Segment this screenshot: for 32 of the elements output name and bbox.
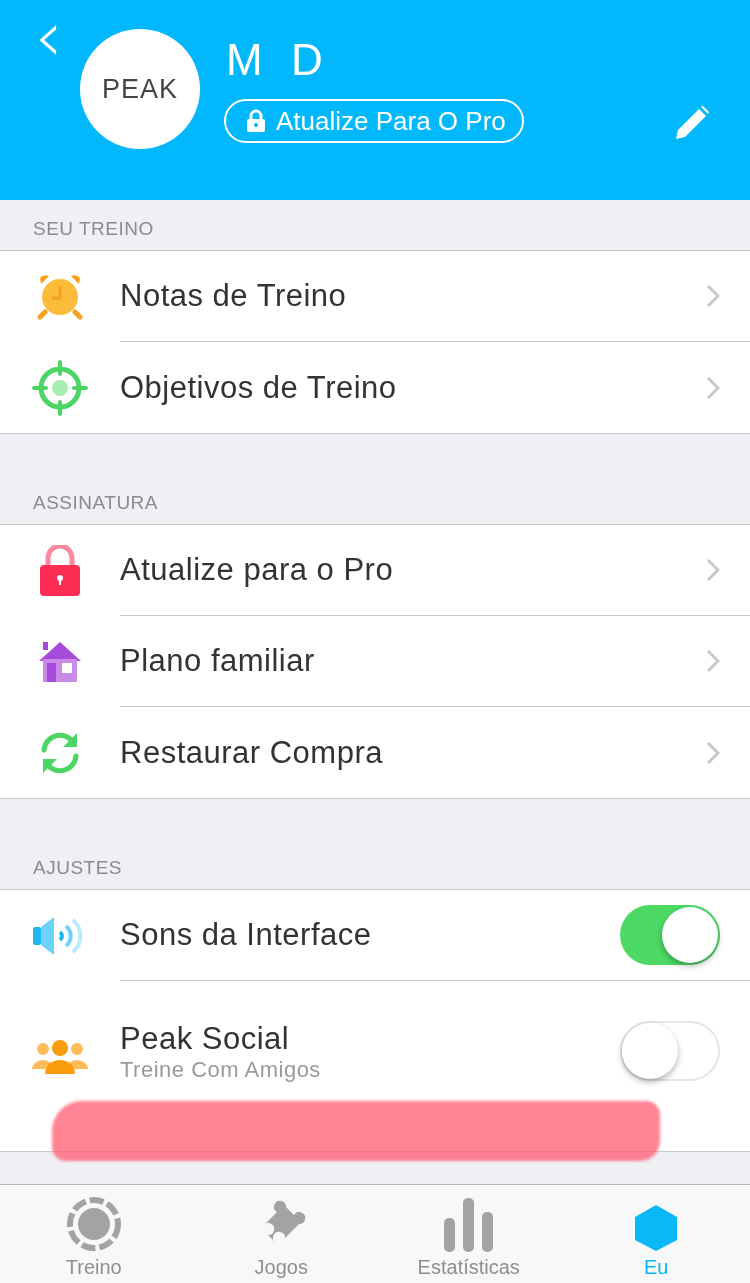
hexagon-icon <box>634 1204 679 1252</box>
padlock-icon <box>39 544 81 597</box>
avatar-logo: PEAK <box>80 29 200 149</box>
tab[interactable]: Jogos <box>187 1185 375 1283</box>
chevron-right-icon[interactable] <box>706 375 720 400</box>
tab[interactable]: Eu <box>562 1185 750 1283</box>
lock-icon <box>246 109 266 133</box>
back-button[interactable]: ‹ <box>30 0 67 72</box>
upgrade-button[interactable]: Atualize Para O Pro <box>224 99 524 143</box>
toggle-switch[interactable] <box>620 1021 720 1081</box>
row-label[interactable]: Atualize para o Pro <box>120 552 706 588</box>
row-label[interactable]: Objetivos de Treino <box>120 369 706 406</box>
user-name: M D <box>226 35 332 85</box>
bar-chart-icon <box>442 1198 495 1252</box>
ring-icon <box>65 1196 122 1252</box>
tab[interactable]: Treino <box>0 1185 188 1283</box>
chevron-right-icon[interactable] <box>706 284 720 308</box>
row-label[interactable]: Restaurar Compra <box>120 734 706 771</box>
edit-icon[interactable] <box>674 105 710 141</box>
chevron-right-icon[interactable] <box>706 649 720 673</box>
tab[interactable]: Estatísticas <box>375 1185 563 1283</box>
target-icon <box>32 359 88 416</box>
row-label[interactable]: Notas de Treino <box>120 278 706 314</box>
chevron-right-icon[interactable] <box>706 558 720 582</box>
house-icon <box>38 640 82 683</box>
group-icon <box>31 1039 89 1075</box>
row-label: Peak Social <box>120 1021 291 1057</box>
chevron-right-icon[interactable] <box>706 740 720 765</box>
row-subtitle: Treine Com Amigos <box>120 1057 322 1083</box>
toggle-switch[interactable] <box>620 905 720 965</box>
row-label[interactable]: Plano familiar <box>120 643 706 679</box>
row-label: Sons da Interface <box>120 917 373 953</box>
